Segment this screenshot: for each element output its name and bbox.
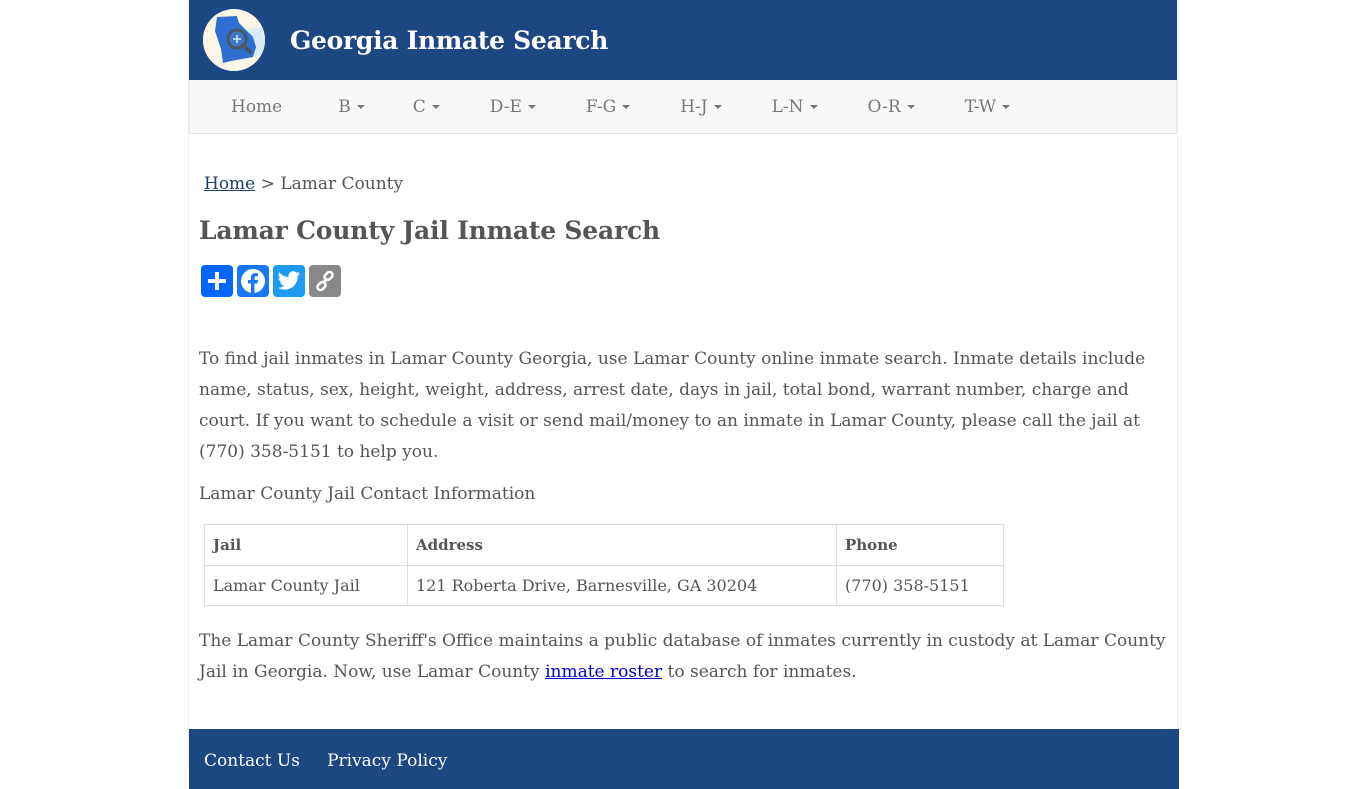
nav-label: D-E — [489, 96, 522, 117]
share-buttons — [199, 265, 1167, 297]
caret-down-icon — [906, 104, 915, 109]
nav-label: L-N — [771, 96, 804, 117]
caret-down-icon — [713, 104, 722, 109]
outro-text-end: to search for inmates. — [662, 662, 857, 682]
twitter-share-button[interactable] — [273, 265, 305, 297]
site-footer: Contact Us Privacy Policy — [189, 729, 1179, 789]
breadcrumb: Home > Lamar County — [199, 174, 1167, 198]
jail-name-cell: Lamar County Jail — [204, 565, 408, 606]
nav-label: C — [412, 96, 426, 117]
column-header-jail: Jail — [204, 524, 408, 566]
intro-paragraph: To find jail inmates in Lamar County Geo… — [199, 349, 1146, 462]
caret-down-icon — [622, 104, 631, 109]
nav-label: Home — [231, 96, 283, 117]
caret-down-icon — [809, 104, 818, 109]
nav-label: O-R — [867, 96, 901, 117]
nav-item-home[interactable]: Home — [215, 97, 298, 117]
caret-down-icon — [356, 104, 365, 109]
nav-item-d-e[interactable]: D-E — [456, 97, 552, 117]
page-title: Lamar County Jail Inmate Search — [199, 216, 660, 245]
nav-item-b[interactable]: B — [298, 97, 381, 117]
page-container: Georgia Inmate Search Home B C D-E F-G H… — [188, 0, 1179, 789]
plus-icon — [208, 272, 226, 290]
share-button[interactable] — [201, 265, 233, 297]
nav-item-o-r[interactable]: O-R — [834, 97, 931, 117]
breadcrumb-separator: > — [255, 174, 281, 194]
nav-item-h-j[interactable]: H-J — [646, 97, 737, 117]
footer-contact-us-link[interactable]: Contact Us — [204, 751, 300, 771]
phone-cell: (770) 358-5151 — [836, 565, 1004, 606]
column-header-address: Address — [407, 524, 837, 566]
nav-item-l-n[interactable]: L-N — [738, 97, 834, 117]
site-title[interactable]: Georgia Inmate Search — [290, 26, 608, 55]
facebook-share-button[interactable] — [237, 265, 269, 297]
footer-privacy-policy-link[interactable]: Privacy Policy — [327, 751, 447, 771]
breadcrumb-current: Lamar County — [280, 174, 404, 194]
georgia-map-magnifier-icon[interactable] — [203, 9, 265, 71]
nav-item-t-w[interactable]: T-W — [931, 97, 1026, 117]
twitter-icon — [277, 271, 300, 290]
caret-down-icon — [527, 104, 536, 109]
nav-label: B — [338, 96, 351, 117]
nav-label: T-W — [964, 96, 997, 117]
site-header: Georgia Inmate Search — [189, 0, 1177, 80]
caret-down-icon — [1002, 104, 1011, 109]
outro-paragraph: The Lamar County Sheriff's Office mainta… — [199, 626, 1167, 688]
facebook-icon — [241, 269, 265, 293]
table-row: Lamar County Jail 121 Roberta Drive, Bar… — [204, 565, 1004, 606]
nav-item-f-g[interactable]: F-G — [552, 97, 646, 117]
nav-label: F-G — [585, 96, 617, 117]
address-cell: 121 Roberta Drive, Barnesville, GA 30204 — [407, 565, 837, 606]
inmate-roster-link[interactable]: inmate roster — [545, 662, 662, 682]
nav-label: H-J — [680, 96, 708, 117]
contact-table: Jail Address Phone Lamar County Jail 121… — [204, 524, 1004, 606]
link-icon — [316, 270, 334, 292]
copy-link-button[interactable] — [309, 265, 341, 297]
nav-item-c[interactable]: C — [381, 97, 456, 117]
caret-down-icon — [431, 104, 440, 109]
contact-heading: Lamar County Jail Contact Information — [199, 484, 536, 504]
main-content: Home > Lamar County Lamar County Jail In… — [189, 174, 1177, 688]
main-nav: Home B C D-E F-G H-J L-N O-R T-W — [189, 80, 1177, 134]
column-header-phone: Phone — [836, 524, 1004, 566]
table-header-row: Jail Address Phone — [204, 524, 1004, 566]
breadcrumb-home-link[interactable]: Home — [204, 174, 255, 194]
